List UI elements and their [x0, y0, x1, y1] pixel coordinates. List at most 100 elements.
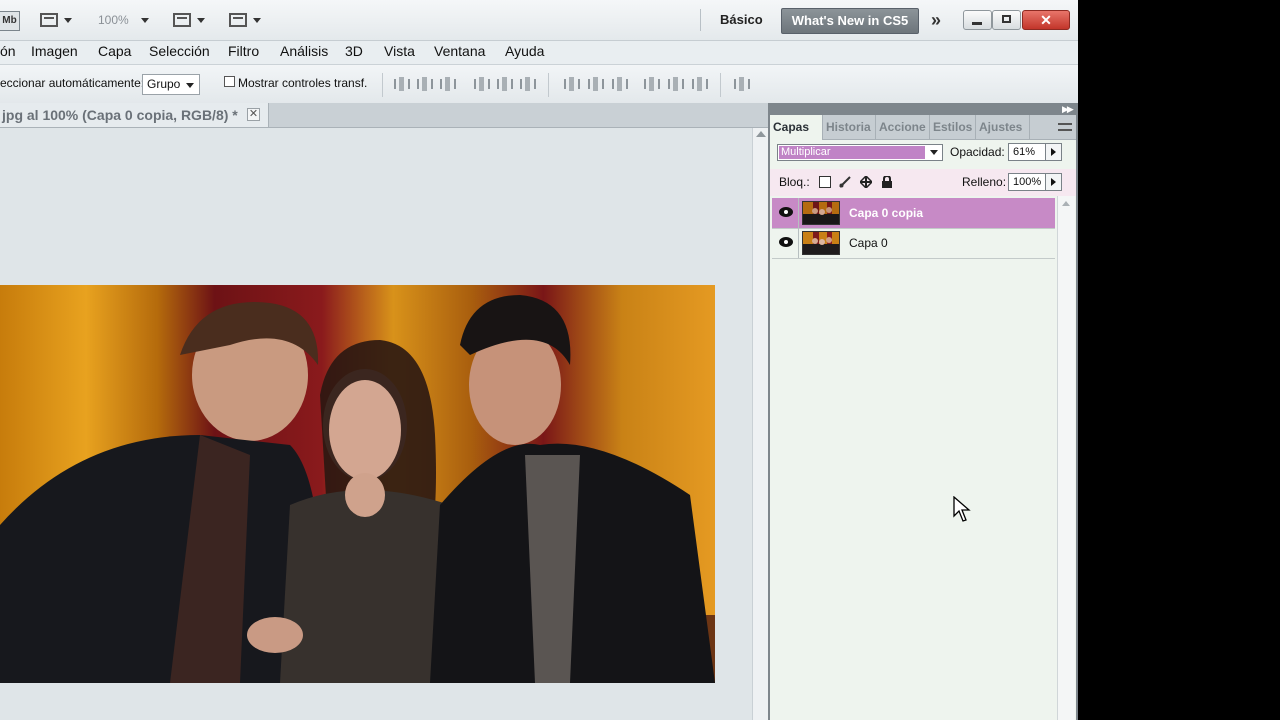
layer-row[interactable]: Capa 0 copia — [772, 198, 1055, 229]
opacity-label: Opacidad: — [950, 145, 1005, 159]
layer-row[interactable]: Capa 0 — [772, 228, 1055, 259]
auto-align-layers-icon[interactable] — [734, 76, 750, 92]
view-extras-icon — [40, 13, 58, 27]
document-image[interactable] — [0, 285, 715, 683]
panel-menu-icon[interactable] — [1058, 123, 1072, 131]
appbar-divider — [700, 9, 701, 31]
arrange-documents-dropdown[interactable] — [173, 10, 205, 30]
align-vertical-center-icon[interactable] — [417, 76, 433, 92]
view-extras-dropdown[interactable] — [40, 10, 72, 30]
layer-row-divider — [798, 198, 799, 228]
close-window-button[interactable]: ✕ — [1022, 10, 1070, 30]
menu-file[interactable]: ón — [0, 43, 16, 59]
canvas-vertical-scrollbar[interactable] — [752, 128, 769, 720]
chevron-down-icon — [253, 17, 261, 23]
auto-select-dropdown[interactable]: Grupo — [142, 74, 200, 95]
align-bottom-icon[interactable] — [440, 76, 456, 92]
restore-button[interactable] — [992, 10, 1021, 30]
application-bar: Mb 100% Básico What's New in CS5 » ✕ — [0, 0, 1078, 41]
more-workspaces-icon[interactable]: » — [931, 10, 941, 31]
restore-icon — [1002, 15, 1011, 23]
layer-row-divider — [798, 228, 799, 258]
chevron-down-icon — [140, 17, 149, 23]
scroll-up-icon[interactable] — [1062, 201, 1070, 206]
show-transform-controls-label: Mostrar controles transf. — [238, 76, 368, 90]
opacity-value: 61% — [1013, 146, 1036, 158]
show-transform-controls-checkbox[interactable] — [224, 76, 235, 87]
layer-name: Capa 0 — [849, 236, 888, 250]
layers-scrollbar[interactable] — [1057, 196, 1075, 720]
panel-tab-bar: Capas Historia Accione Estilos Ajustes — [770, 115, 1076, 140]
distribute-vertical-center-icon[interactable] — [588, 76, 604, 92]
menu-image[interactable]: Imagen — [31, 43, 78, 59]
fill-slider-toggle-icon[interactable] — [1045, 174, 1061, 190]
fill-value: 100% — [1013, 176, 1042, 188]
menu-view[interactable]: Vista — [384, 43, 415, 59]
layer-thumbnail — [802, 231, 840, 255]
menu-select[interactable]: Selección — [149, 43, 210, 59]
mini-bridge-button[interactable]: Mb — [0, 11, 20, 31]
zoom-level-dropdown[interactable]: 100% — [98, 10, 149, 30]
options-divider — [548, 73, 549, 97]
distribute-top-icon[interactable] — [564, 76, 580, 92]
close-document-button[interactable]: ✕ — [247, 108, 260, 121]
screen-mode-icon — [229, 13, 247, 27]
layers-panel: Capas Historia Accione Estilos Ajustes M… — [770, 115, 1076, 720]
lock-transparency-icon[interactable] — [819, 176, 831, 188]
screen-mode-dropdown[interactable] — [229, 10, 261, 30]
blend-mode-value: Multiplicar — [779, 146, 925, 159]
document-tab-bar: jpg al 100% (Capa 0 copia, RGB/8) * ✕ — [0, 103, 768, 128]
menu-layer[interactable]: Capa — [98, 43, 131, 59]
document-title: jpg al 100% (Capa 0 copia, RGB/8) * — [2, 107, 238, 123]
fill-label: Relleno: — [962, 175, 1007, 189]
align-left-icon[interactable] — [474, 76, 490, 92]
workspace-basic-button[interactable]: Básico — [720, 12, 763, 27]
layers-list: Capa 0 copia Capa 0 — [770, 196, 1055, 720]
align-top-icon[interactable] — [394, 76, 410, 92]
menu-filter[interactable]: Filtro — [228, 43, 259, 59]
distribute-left-icon[interactable] — [644, 76, 660, 92]
chevron-down-icon — [64, 17, 72, 23]
document-tab[interactable]: jpg al 100% (Capa 0 copia, RGB/8) * ✕ — [0, 103, 269, 127]
options-bar: eccionar automáticamente: Grupo Mostrar … — [0, 64, 1078, 104]
menu-analysis[interactable]: Análisis — [280, 43, 328, 59]
opacity-slider-toggle-icon[interactable] — [1045, 144, 1061, 160]
align-right-icon[interactable] — [520, 76, 536, 92]
minimize-button[interactable] — [963, 10, 992, 30]
tab-adjustments[interactable]: Ajustes — [976, 115, 1030, 139]
workspace-whats-new-button[interactable]: What's New in CS5 — [781, 8, 919, 34]
lock-pixels-brush-icon[interactable] — [839, 176, 851, 188]
menu-help[interactable]: Ayuda — [505, 43, 544, 59]
collapse-panels-icon[interactable]: ▶▶ — [1062, 104, 1074, 115]
distribute-horizontal-center-icon[interactable] — [668, 76, 684, 92]
arrange-documents-icon — [173, 13, 191, 27]
layer-thumbnail-image — [803, 202, 839, 224]
layer-thumbnail-image — [803, 232, 839, 254]
visibility-eye-icon[interactable] — [779, 207, 793, 217]
lock-position-move-icon[interactable] — [860, 176, 872, 188]
tab-styles[interactable]: Estilos — [930, 115, 976, 139]
tab-actions[interactable]: Accione — [876, 115, 930, 139]
align-horizontal-center-icon[interactable] — [497, 76, 513, 92]
tab-layers[interactable]: Capas — [770, 115, 823, 140]
opacity-field[interactable]: 61% — [1008, 143, 1062, 161]
chevron-down-icon — [186, 83, 194, 88]
fill-field[interactable]: 100% — [1008, 173, 1062, 191]
distribute-right-icon[interactable] — [692, 76, 708, 92]
lock-all-icon[interactable] — [881, 176, 893, 188]
menu-3d[interactable]: 3D — [345, 43, 363, 59]
blend-mode-dropdown[interactable]: Multiplicar — [777, 144, 943, 161]
lock-row: Bloq.: Relleno: 100% — [770, 169, 1076, 196]
auto-select-value: Grupo — [147, 77, 181, 91]
zoom-level-value: 100% — [98, 13, 129, 27]
layer-name: Capa 0 copia — [849, 206, 924, 220]
layer-thumbnail — [802, 201, 840, 225]
tab-history[interactable]: Historia — [823, 115, 876, 139]
distribute-bottom-icon[interactable] — [612, 76, 628, 92]
minimize-icon — [972, 22, 982, 25]
menu-window[interactable]: Ventana — [434, 43, 485, 59]
auto-select-label: eccionar automáticamente: — [0, 76, 145, 90]
scroll-up-icon[interactable] — [756, 131, 766, 137]
visibility-eye-icon[interactable] — [779, 237, 793, 247]
menu-bar: ón Imagen Capa Selección Filtro Análisis… — [0, 41, 1078, 63]
